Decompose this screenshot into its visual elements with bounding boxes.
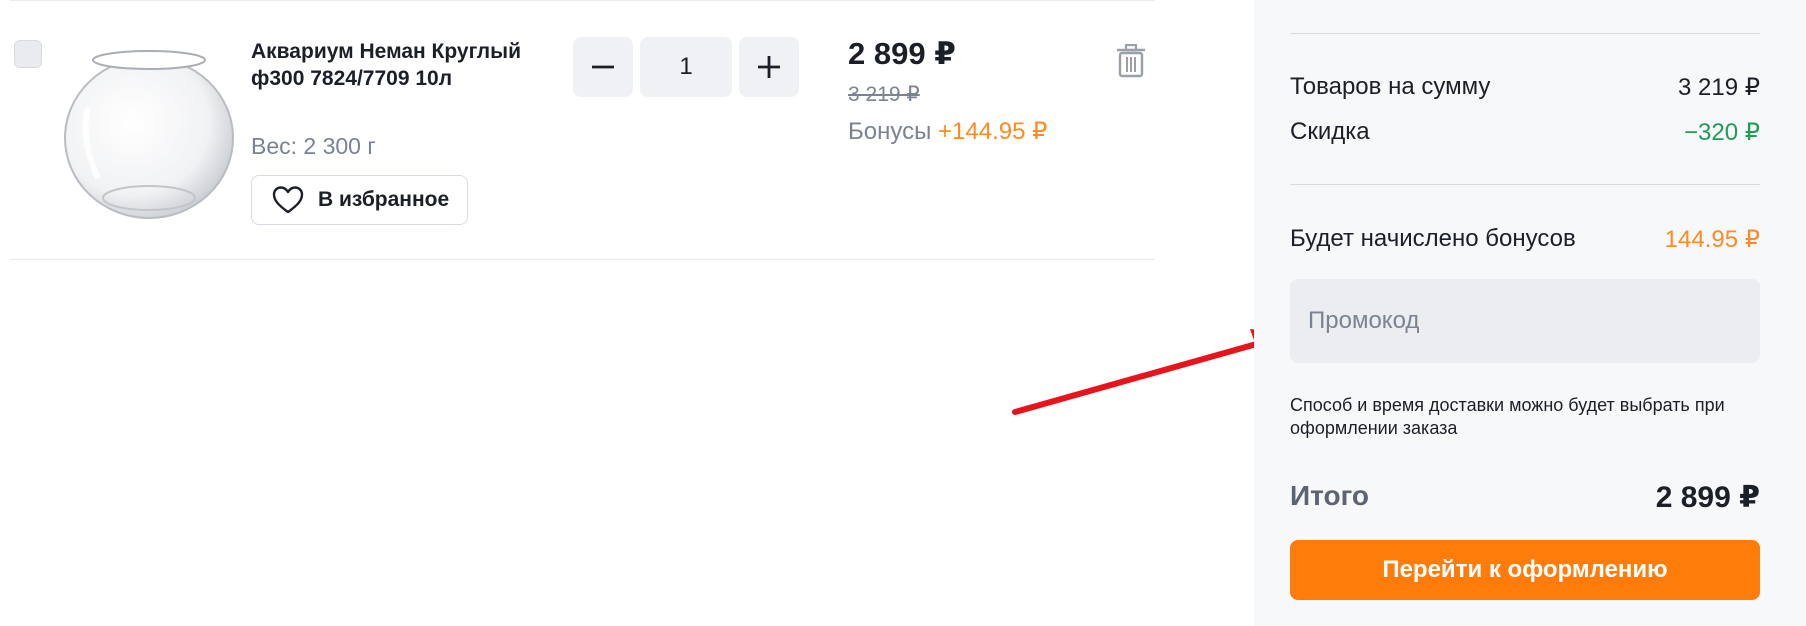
product-price: 2 899 ₽ — [848, 36, 956, 71]
cart-row-bottom-divider — [10, 259, 1155, 260]
delivery-note: Способ и время доставки можно будет выбр… — [1290, 395, 1725, 438]
product-bonus-label: Бонусы — [848, 118, 932, 145]
bonus-accrual-value: 144.95 ₽ — [1664, 226, 1760, 253]
minus-icon — [592, 65, 614, 69]
total-value: 2 899 ₽ — [1655, 481, 1760, 514]
summary-middle-divider — [1290, 184, 1760, 185]
product-old-price: 3 219 ₽ — [848, 83, 920, 106]
bonus-accrual-label: Будет начислено бонусов — [1290, 225, 1576, 252]
discount-label: Скидка — [1290, 118, 1370, 145]
goods-total-value: 3 219 ₽ — [1678, 74, 1760, 101]
quantity-value[interactable]: 1 — [640, 37, 732, 97]
goods-total-label: Товаров на сумму — [1290, 73, 1491, 100]
product-title[interactable]: Аквариум Неман Круглый ф300 7824/7709 10… — [251, 38, 541, 92]
summary-top-divider — [1290, 33, 1760, 34]
select-item-checkbox[interactable] — [14, 40, 42, 68]
checkout-button[interactable]: Перейти к оформлению — [1290, 540, 1760, 600]
product-image[interactable] — [58, 38, 240, 220]
product-weight: Вес: 2 300 г — [251, 133, 376, 159]
promo-code-input[interactable] — [1290, 279, 1760, 363]
favorites-label: В избранное — [318, 188, 450, 211]
trash-icon[interactable] — [1116, 44, 1146, 78]
total-label: Итого — [1290, 480, 1369, 511]
add-to-favorites-button[interactable]: В избранное — [251, 175, 468, 225]
cart-row-top-divider — [10, 0, 1155, 1]
plus-icon — [758, 56, 780, 78]
product-bonus-value: +144.95 ₽ — [938, 118, 1048, 145]
discount-value: −320 ₽ — [1684, 119, 1760, 146]
heart-icon — [272, 186, 304, 214]
decrease-quantity-button[interactable] — [573, 37, 633, 97]
product-bonus: Бонусы +144.95 ₽ — [848, 117, 1047, 146]
increase-quantity-button[interactable] — [739, 37, 799, 97]
